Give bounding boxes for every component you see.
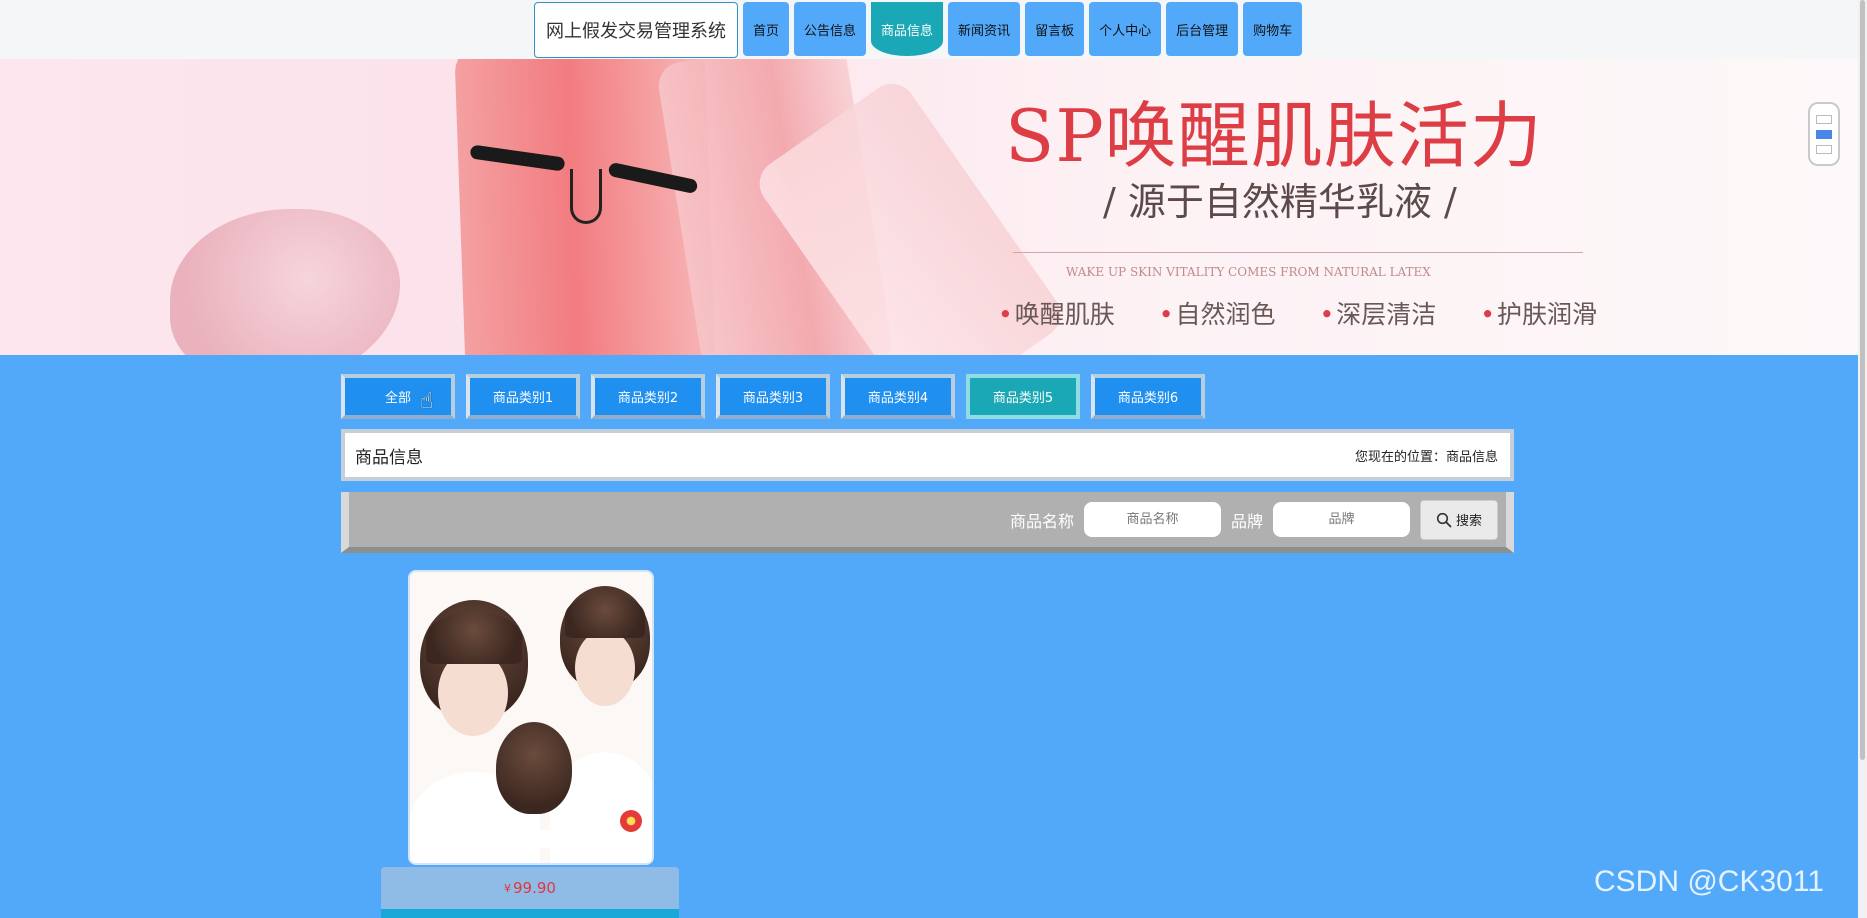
breadcrumb-path: 您现在的位置：商品信息 (1354, 449, 1498, 465)
wig-fringe-graphic (565, 594, 645, 638)
nav-item-news[interactable]: 新闻资讯 (948, 2, 1021, 56)
nav-item-announcements[interactable]: 公告信息 (794, 2, 867, 56)
nav-item-admin[interactable]: 后台管理 (1166, 2, 1239, 56)
hand-cursor-icon: ☝ (420, 389, 434, 414)
nav-item-home[interactable]: 首页 (743, 2, 790, 56)
product-price[interactable]: ¥ 99.90 (381, 867, 679, 909)
banner-divider (1013, 252, 1583, 253)
banner-petal-graphic (170, 209, 400, 355)
banner-features: 唤醒肌肤 自然润色 深层清洁 护肤润滑 (998, 295, 1597, 331)
search-icon (1436, 512, 1452, 527)
product-card-footer (381, 909, 679, 918)
banner-feature: 自然润色 (1159, 295, 1276, 331)
brand-input[interactable] (1273, 502, 1410, 537)
site-title[interactable]: 网上假发交易管理系统 (534, 2, 738, 58)
nav-item-products[interactable]: 商品信息 (871, 2, 944, 56)
category-4[interactable]: 商品类别4 (841, 374, 955, 419)
flower-decoration (620, 810, 642, 832)
banner-feature: 护肤润滑 (1480, 295, 1597, 331)
wig-fringe-graphic (426, 612, 522, 664)
category-6[interactable]: 商品类别6 (1091, 374, 1205, 419)
brand-label: 品牌 (1230, 511, 1263, 531)
product-name-label: 商品名称 (1009, 511, 1074, 531)
product-image[interactable] (408, 570, 654, 865)
top-navigation-bar: 网上假发交易管理系统 首页 公告信息 商品信息 新闻资讯 留言板 个人中心 后台… (0, 0, 1858, 59)
banner-english-text: WAKE UP SKIN VITALITY COMES FROM NATURAL… (1066, 265, 1431, 279)
search-bar: 商品名称 品牌 搜索 (341, 492, 1514, 553)
search-button-label: 搜索 (1455, 514, 1482, 529)
nav-item-personal-center[interactable]: 个人中心 (1089, 2, 1162, 56)
price-value: 99.90 (513, 879, 556, 897)
carousel-dot[interactable] (1816, 114, 1832, 124)
banner-feature: 唤醒肌肤 (998, 295, 1115, 331)
category-filter: 全部 商品类别1 商品类别2 商品类别3 商品类别4 商品类别5 商品类别6 (341, 374, 1205, 419)
carousel-dot-active[interactable] (1816, 129, 1832, 139)
carousel-dot[interactable] (1816, 144, 1832, 154)
category-5[interactable]: 商品类别5 (966, 374, 1080, 419)
model-face-graphic (575, 630, 635, 706)
page-title: 商品信息 (355, 447, 423, 468)
search-button[interactable]: 搜索 (1420, 499, 1498, 540)
main-nav: 网上假发交易管理系统 首页 公告信息 商品信息 新闻资讯 留言板 个人中心 后台… (534, 2, 1303, 58)
page-scrollbar-thumb[interactable] (1860, 0, 1865, 760)
category-3[interactable]: 商品类别3 (716, 374, 830, 419)
breadcrumb: 商品信息 您现在的位置：商品信息 (341, 429, 1514, 481)
banner-title: SP唤醒肌肤活力 (1005, 94, 1543, 178)
nav-item-cart[interactable]: 购物车 (1243, 2, 1303, 56)
category-1[interactable]: 商品类别1 (466, 374, 580, 419)
banner-carousel[interactable]: SP唤醒肌肤活力 / 源于自然精华乳液 / WAKE UP SKIN VITAL… (0, 59, 1858, 355)
banner-face-mouth (570, 169, 602, 224)
nav-item-message-board[interactable]: 留言板 (1025, 2, 1085, 56)
product-name-input[interactable] (1083, 502, 1221, 537)
banner-subtitle: / 源于自然精华乳液 / (1103, 180, 1457, 224)
category-2[interactable]: 商品类别2 (591, 374, 705, 419)
category-all[interactable]: 全部 (341, 374, 455, 419)
currency-symbol: ¥ (504, 881, 512, 895)
product-tag-graphic (513, 830, 553, 848)
wig-back-graphic (496, 722, 572, 814)
carousel-indicators (1810, 104, 1838, 164)
watermark: CSDN @CK3011 (1594, 865, 1824, 898)
banner-feature: 深层清洁 (1320, 295, 1436, 331)
